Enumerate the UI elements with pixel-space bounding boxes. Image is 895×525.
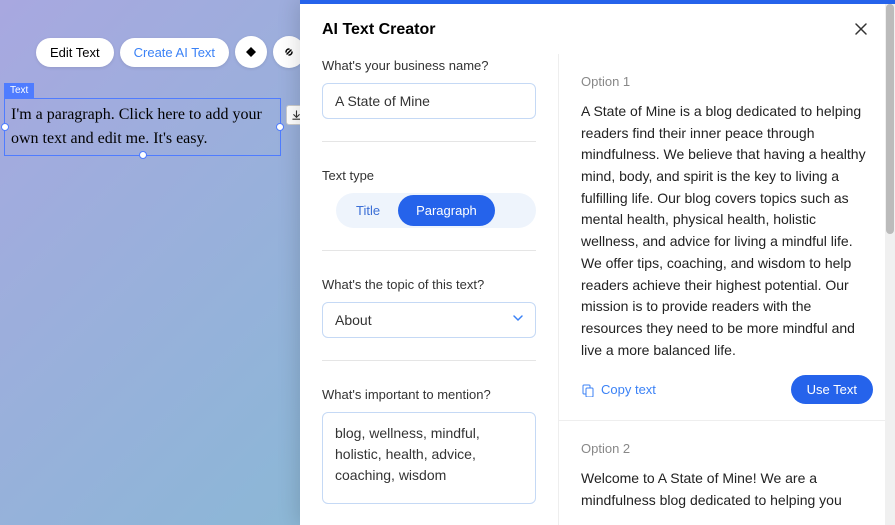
text-type-segmented: Title Paragraph [336,193,536,228]
result-option-1: Option 1 A State of Mine is a blog dedic… [559,54,895,421]
animation-icon[interactable] [235,36,267,68]
topic-label: What's the topic of this text? [322,277,536,292]
copy-text-button[interactable]: Copy text [581,382,656,397]
copy-text-label: Copy text [601,382,656,397]
paragraph-text: I'm a paragraph. Click here to add your … [11,106,262,147]
important-label: What's important to mention? [322,387,536,402]
important-textarea[interactable] [322,412,536,504]
topic-select[interactable] [322,302,536,338]
resize-handle-right[interactable] [276,123,284,131]
element-type-tag: Text [4,83,34,98]
create-ai-text-button[interactable]: Create AI Text [120,38,229,67]
canvas-toolbar: Edit Text Create AI Text [36,36,305,68]
modal-title: AI Text Creator [322,21,436,39]
business-name-input[interactable] [322,83,536,119]
resize-handle-bottom[interactable] [139,151,147,159]
text-type-label: Text type [322,168,536,183]
divider [322,360,536,361]
text-type-title[interactable]: Title [338,195,398,226]
paragraph-content[interactable]: I'm a paragraph. Click here to add your … [4,98,281,156]
copy-icon [581,383,595,397]
business-name-label: What's your business name? [322,58,536,73]
option-text: Welcome to A State of Mine! We are a min… [581,468,873,511]
option-label: Option 1 [581,74,873,89]
edit-text-button[interactable]: Edit Text [36,38,114,67]
close-button[interactable] [849,18,873,42]
resize-handle-left[interactable] [1,123,9,131]
result-option-2: Option 2 Welcome to A State of Mine! We … [559,421,895,525]
divider [322,250,536,251]
form-column: What's your business name? Text type Tit… [300,54,558,525]
scrollbar-thumb[interactable] [886,4,894,234]
ai-text-creator-modal: AI Text Creator What's your business nam… [300,0,895,525]
modal-header: AI Text Creator [300,4,895,54]
close-icon [854,22,868,36]
use-text-button[interactable]: Use Text [791,375,873,404]
option-text: A State of Mine is a blog dedicated to h… [581,101,873,361]
results-column: Option 1 A State of Mine is a blog dedic… [558,54,895,525]
text-element[interactable]: Text I'm a paragraph. Click here to add … [4,80,281,156]
option-label: Option 2 [581,441,873,456]
divider [322,141,536,142]
text-type-paragraph[interactable]: Paragraph [398,195,495,226]
